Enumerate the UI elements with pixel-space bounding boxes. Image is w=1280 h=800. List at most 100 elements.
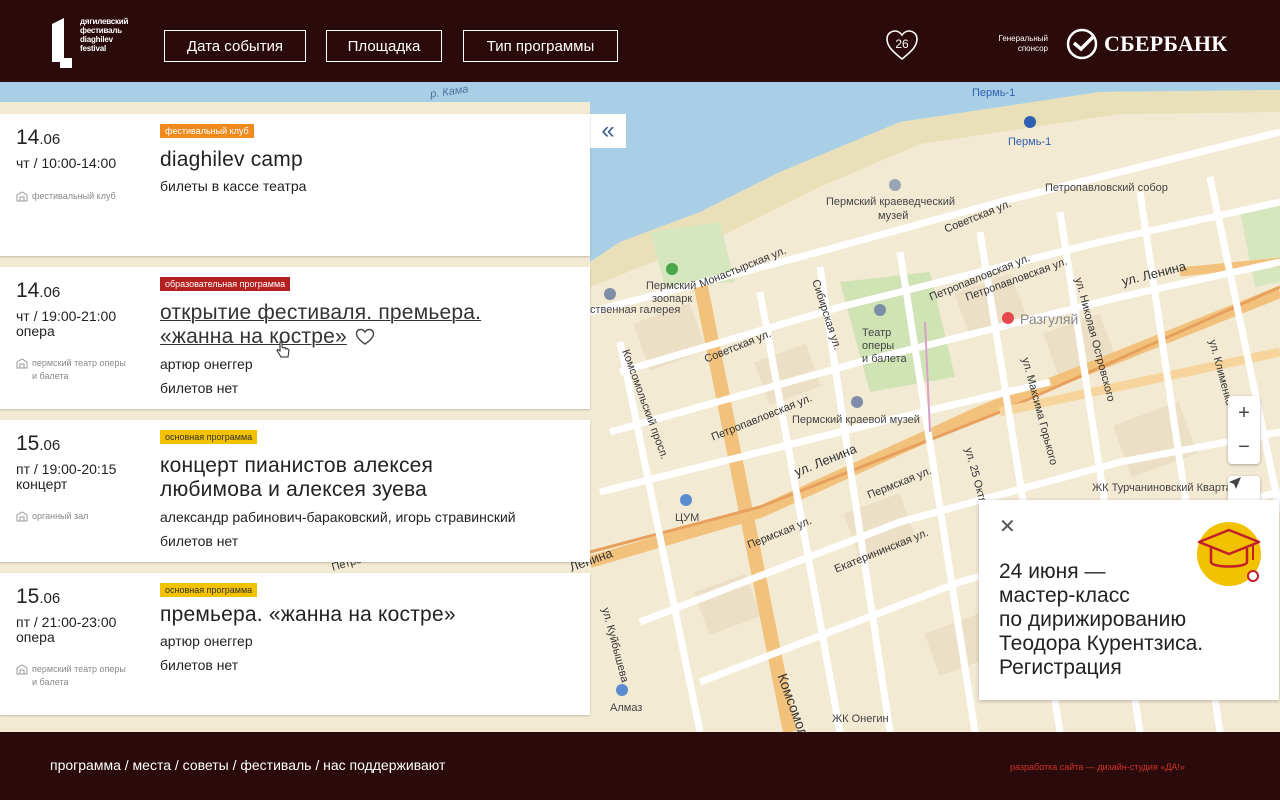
favorites-button[interactable]: 26 [884, 28, 920, 62]
sberbank-logo-icon [1066, 28, 1098, 60]
promo-text-line: Теодора Курентзиса. [999, 632, 1204, 655]
event-category-tag[interactable]: фестивальный клуб [160, 124, 254, 138]
venue-building-icon [16, 191, 28, 202]
footer-link-supporters[interactable]: нас поддерживают [323, 757, 445, 773]
promo-close-button[interactable]: ✕ [999, 514, 1016, 539]
map-label-district: Разгуляй [1020, 311, 1079, 327]
event-category-tag[interactable]: основная программа [160, 583, 258, 597]
event-time-text: пт / 21:00-23:00 [16, 614, 117, 630]
zoom-in-button[interactable]: + [1228, 396, 1260, 430]
event-venue[interactable]: фестивальный клуб [16, 190, 116, 203]
promo-text-line: мастер-класс [999, 584, 1130, 607]
event-venue-text: и балета [32, 677, 69, 687]
footer-separator: / [120, 757, 133, 773]
event-category-tag[interactable]: основная программа [160, 430, 258, 444]
event-time-text: чт / 10:00-14:00 [16, 155, 117, 171]
event-card[interactable]: 15.06 пт / 19:00-20:15 концерт органный … [0, 420, 590, 562]
event-ticket-info: билетов нет [160, 380, 239, 396]
footer-separator: / [228, 757, 241, 773]
sponsor-name: СБЕРБАНК [1104, 31, 1228, 56]
event-time-text: чт / 19:00-21:00 [16, 308, 117, 324]
event-performer: александр рабинович-бараковский, игорь с… [160, 509, 516, 525]
event-date: 14.06 [16, 126, 60, 150]
promo-text-line: по дирижированию [999, 608, 1187, 631]
event-title-line: «жанна на костре» [160, 325, 347, 348]
footer-link-tips[interactable]: советы [183, 757, 229, 773]
venue-building-icon [16, 358, 28, 369]
event-time-text: пт / 19:00-20:15 [16, 461, 117, 477]
festival-logo[interactable]: дягилевский фестиваль diaghilev festival [50, 16, 160, 70]
footer-credit-link[interactable]: разработка сайта — дизайн-студия «ДА!» [1010, 762, 1185, 772]
map-label-cathedral: Петропавловский собор [1045, 182, 1168, 194]
map-label-theatre: Театр [862, 327, 892, 339]
event-card[interactable]: 14.06 чт / 10:00-14:00 фестивальный клуб… [0, 114, 590, 256]
map-label-station: Пермь-1 [972, 87, 1016, 99]
footer-link-festival[interactable]: фестиваль [240, 757, 311, 773]
event-card[interactable]: 14.06 чт / 19:00-21:00 опера пермский те… [0, 267, 590, 409]
event-date-day: 15 [16, 585, 40, 608]
event-performer: артюр онеггер [160, 633, 253, 649]
event-title-line: концерт пианистов алексея [160, 454, 434, 477]
promo-banner[interactable]: ✕ 24 июня — мастер-класс по дирижировани… [979, 500, 1279, 700]
event-venue-text: и балета [32, 371, 69, 381]
favorites-count: 26 [895, 37, 909, 51]
event-title[interactable]: концерт пианистов алексея любимова и але… [160, 454, 433, 502]
map-label-residence: ЖК Онегин [832, 713, 889, 725]
map-label-zoo: Пермский [646, 280, 697, 292]
logo-mark-icon [52, 18, 72, 68]
promo-text-line: 24 июня — [999, 560, 1106, 583]
event-performer: артюр онеггер [160, 356, 253, 372]
zoom-out-button[interactable]: − [1228, 430, 1260, 464]
event-ticket-info: билетов нет [160, 533, 239, 549]
event-time: пт / 21:00-23:00 опера [16, 615, 116, 645]
logo-text: дягилевский фестиваль diaghilev festival [80, 17, 128, 53]
event-title[interactable]: diaghilev camp [160, 148, 303, 172]
logo-line: festival [80, 44, 106, 53]
map-label-theatre: оперы [862, 340, 895, 352]
sponsor-logo[interactable]: СБЕРБАНК [1066, 28, 1227, 60]
event-date: 15.06 [16, 432, 60, 456]
map-label-museum: Пермский краевой музей [792, 414, 920, 426]
map-label-store: Алмаз [610, 702, 643, 714]
event-venue-text: органный зал [32, 511, 89, 521]
event-genre: опера [16, 323, 55, 339]
map-label-gallery: ственная галерея [590, 304, 681, 316]
event-time: пт / 19:00-20:15 концерт [16, 462, 116, 492]
event-card[interactable]: 15.06 пт / 21:00-23:00 опера пермский те… [0, 573, 590, 715]
event-date-day: 14 [16, 279, 40, 302]
heart-icon[interactable] [355, 328, 375, 346]
event-date: 14.06 [16, 279, 60, 303]
event-title-link[interactable]: открытие фестиваля. премьера. «жанна на … [160, 301, 481, 349]
promo-text[interactable]: 24 июня — мастер-класс по дирижированию … [999, 560, 1269, 680]
map-label-store: ЦУМ [675, 512, 700, 524]
footer-separator: / [171, 757, 183, 773]
event-time: чт / 10:00-14:00 [16, 156, 116, 171]
event-title[interactable]: премьера. «жанна на костре» [160, 603, 456, 627]
event-venue[interactable]: пермский театр оперы и балета [16, 663, 126, 689]
event-date-day: 15 [16, 432, 40, 455]
filter-program-type-button[interactable]: Тип программы [463, 30, 618, 62]
event-venue-text: фестивальный клуб [32, 191, 116, 201]
event-title-line: премьера. «жанна на костре» [160, 603, 456, 626]
filter-date-button[interactable]: Дата события [164, 30, 306, 62]
event-date: 15.06 [16, 585, 60, 609]
event-title-line: открытие фестиваля. премьера. [160, 301, 482, 324]
map-label-theatre: и балета [862, 353, 907, 365]
site-header: дягилевский фестиваль diaghilev festival… [0, 0, 1280, 82]
footer-link-program[interactable]: программа [50, 757, 121, 773]
filter-venue-button[interactable]: Площадка [326, 30, 442, 62]
logo-line: фестиваль [80, 26, 122, 35]
pointer-cursor-icon [276, 341, 290, 358]
venue-building-icon [16, 511, 28, 522]
event-genre: концерт [16, 476, 68, 492]
venue-building-icon [16, 664, 28, 675]
footer-link-places[interactable]: места [133, 757, 171, 773]
event-category-tag[interactable]: образовательная программа [160, 277, 291, 291]
event-date-day: 14 [16, 126, 40, 149]
event-date-month: .06 [39, 284, 61, 301]
event-venue[interactable]: органный зал [16, 510, 88, 523]
logo-line: дягилевский [80, 17, 129, 26]
footer-separator: / [311, 757, 324, 773]
collapse-list-button[interactable]: « [590, 114, 626, 148]
event-venue[interactable]: пермский театр оперы и балета [16, 357, 126, 383]
